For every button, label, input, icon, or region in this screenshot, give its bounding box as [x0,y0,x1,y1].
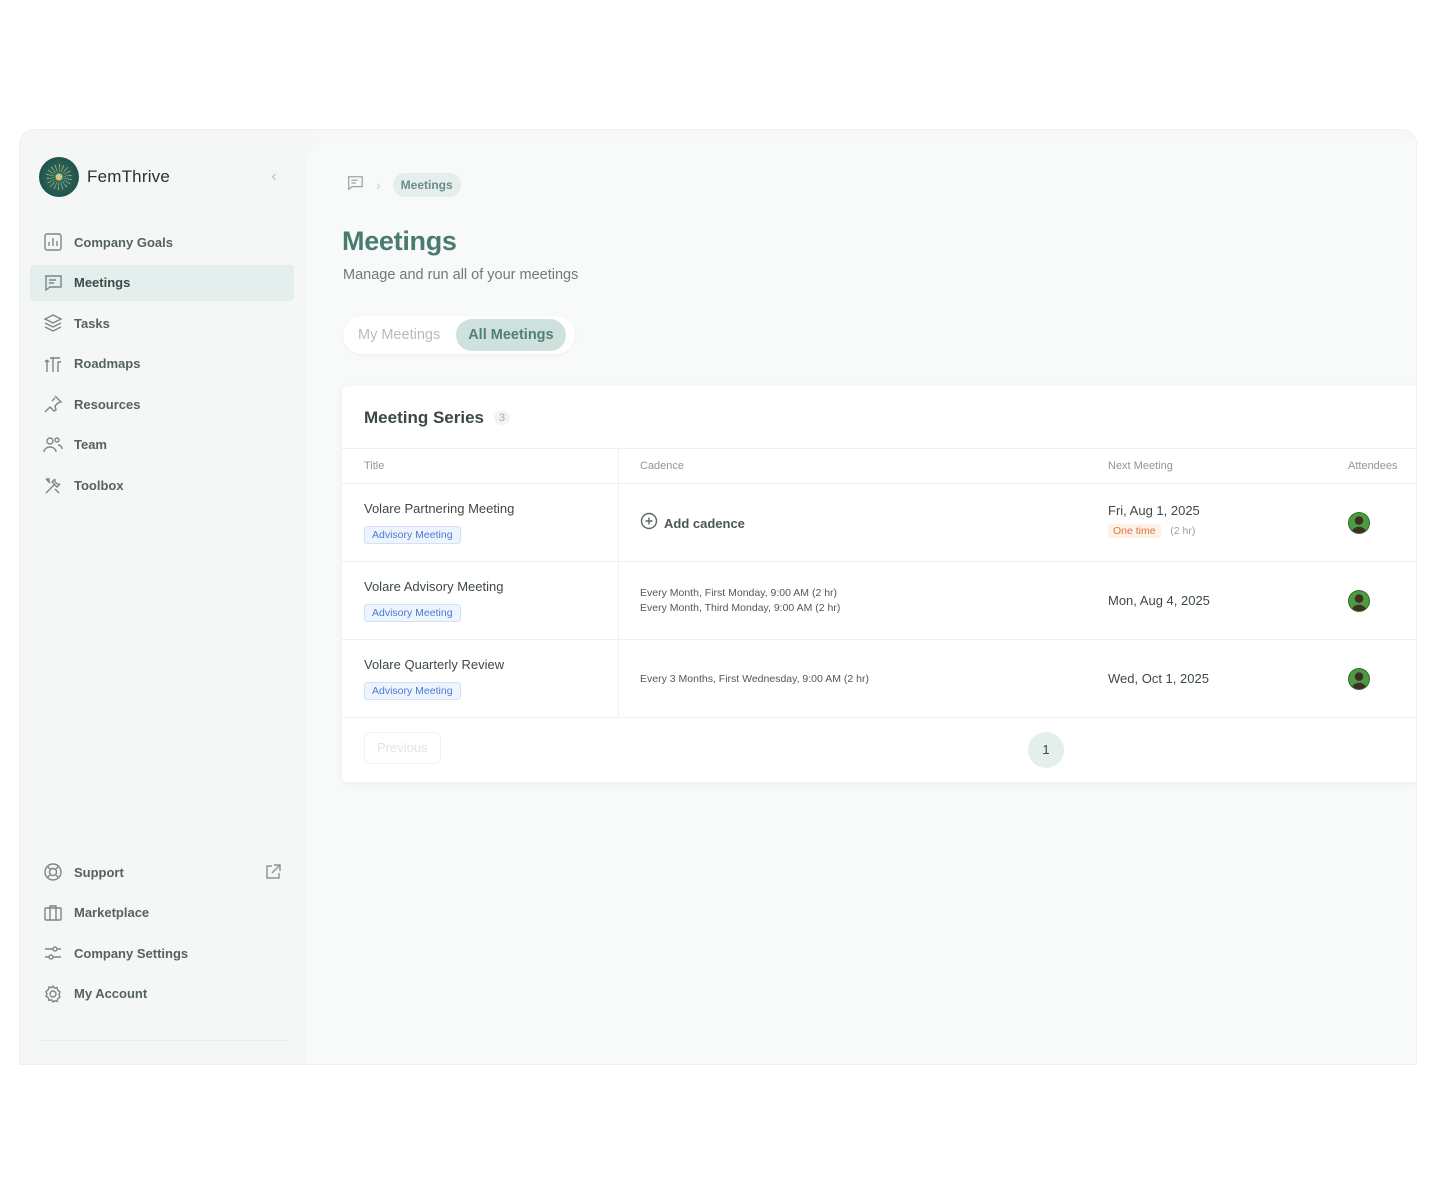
sidebar-item-label: Support [74,864,124,880]
next-meeting-date: Fri, Aug 1, 2025 [1108,503,1200,518]
sidebar-item-label: Resources [74,396,141,412]
page-title: Meetings [342,226,457,256]
tab-my-meetings[interactable]: My Meetings [346,319,452,351]
meeting-series-card: Meeting Series 3 Title Cadence Next Meet… [342,386,1416,782]
pagination: Previous 1 [342,718,1416,782]
sidebar-item-label: Meetings [74,275,131,291]
meeting-tabs: My Meetings All Meetings [343,316,575,354]
sidebar-bottom-nav: Support Marketplace Company Settings My … [30,854,294,1016]
sidebar-item-label: Roadmaps [74,356,141,372]
one-time-badge: One time [1108,524,1161,538]
sidebar-item-team[interactable]: Team [30,427,294,463]
meeting-type-tag: Advisory Meeting [364,604,461,622]
brand-name: FemThrive [87,167,171,186]
sidebar: FemThrive ‹ Company Goals Meetings Tasks… [20,130,305,1064]
cadence-rule: Every Month, First Monday, 9:00 AM (2 hr… [640,587,838,599]
table-row[interactable]: Volare Advisory Meeting Advisory Meeting… [342,562,1416,640]
table-header: Title Cadence Next Meeting Attendees [342,448,1416,484]
external-link-icon [264,863,282,881]
gear-icon [42,983,64,1005]
column-header-next-meeting[interactable]: Next Meeting [1108,460,1173,472]
sidebar-item-label: Team [74,437,107,453]
avatar[interactable] [1349,591,1369,611]
sidebar-item-label: Tasks [74,315,110,331]
meeting-type-tag: Advisory Meeting [364,682,461,700]
sidebar-item-resources[interactable]: Resources [30,386,294,422]
app-window: FemThrive ‹ Company Goals Meetings Tasks… [20,130,1416,1064]
cadence-list: Every 3 Months, First Wednesday, 9:00 AM… [640,672,869,687]
roadmap-icon [42,353,64,375]
card-title: Meeting Series [364,408,484,427]
sidebar-item-label: Marketplace [74,905,150,921]
column-header-title[interactable]: Title [364,460,384,472]
sidebar-item-label: Company Settings [74,945,189,961]
tab-all-meetings[interactable]: All Meetings [456,319,566,351]
avatar[interactable] [1349,669,1369,689]
brand-logo [39,157,79,197]
users-icon [42,434,64,456]
sliders-icon [42,942,64,964]
layers-icon [42,312,64,334]
message-square-icon [42,272,64,294]
sidebar-item-company-settings[interactable]: Company Settings [30,935,294,971]
lifebuoy-icon [42,861,64,883]
sidebar-nav: Company Goals Meetings Tasks Roadmaps Re… [30,224,294,508]
next-meeting-date: Mon, Aug 4, 2025 [1108,593,1210,608]
chart-icon [42,231,64,253]
pin-icon [42,393,64,415]
add-cadence-button[interactable]: Add cadence [640,512,745,535]
cadence-rule: Every 3 Months, First Wednesday, 9:00 AM… [640,673,869,685]
column-header-cadence[interactable]: Cadence [640,460,684,472]
add-cadence-label: Add cadence [664,516,745,531]
sidebar-divider [38,1040,288,1041]
page-number-button[interactable]: 1 [1028,732,1064,768]
cadence-rule: Every Month, Third Monday, 9:00 AM (2 hr… [640,602,841,614]
page-subtitle: Manage and run all of your meetings [343,267,579,283]
meeting-type-tag: Advisory Meeting [364,526,461,544]
avatar[interactable] [1349,513,1369,533]
breadcrumb: › Meetings [346,172,461,198]
collapse-sidebar-button[interactable]: ‹ [266,168,282,186]
sidebar-item-meetings[interactable]: Meetings [30,264,294,301]
meeting-title[interactable]: Volare Partnering Meeting [364,501,514,516]
card-header: Meeting Series 3 [364,408,511,428]
meeting-title[interactable]: Volare Quarterly Review [364,657,504,672]
sidebar-item-support[interactable]: Support [30,854,294,890]
brand[interactable]: FemThrive [39,157,170,197]
sidebar-item-roadmaps[interactable]: Roadmaps [30,346,294,382]
sidebar-item-marketplace[interactable]: Marketplace [30,895,294,931]
sidebar-item-company-goals[interactable]: Company Goals [30,224,294,260]
plus-circle-icon [640,512,658,535]
previous-page-button[interactable]: Previous [364,732,441,764]
next-meeting: Fri, Aug 1, 2025 One time (2 hr) [1108,503,1200,538]
tools-icon [42,475,64,497]
table-row[interactable]: Volare Partnering Meeting Advisory Meeti… [342,484,1416,562]
sidebar-item-label: My Account [74,986,148,1002]
sidebar-item-my-account[interactable]: My Account [30,976,294,1012]
meeting-duration: (2 hr) [1170,525,1196,537]
breadcrumb-current[interactable]: Meetings [392,173,461,197]
sidebar-item-label: Company Goals [74,234,173,250]
meeting-title[interactable]: Volare Advisory Meeting [364,579,503,594]
sidebar-item-tasks[interactable]: Tasks [30,305,294,341]
message-square-icon[interactable] [346,174,364,197]
next-meeting-date: Wed, Oct 1, 2025 [1108,671,1209,686]
column-header-attendees[interactable]: Attendees [1348,460,1398,472]
count-badge: 3 [494,411,511,425]
sidebar-item-label: Toolbox [74,478,124,494]
main-content: › Meetings Meetings Manage and run all o… [306,142,1416,1064]
cadence-list: Every Month, First Monday, 9:00 AM (2 hr… [640,586,840,616]
chevron-right-icon: › [376,177,381,193]
table-row[interactable]: Volare Quarterly Review Advisory Meeting… [342,640,1416,718]
sidebar-item-toolbox[interactable]: Toolbox [30,468,294,504]
store-icon [42,902,64,924]
